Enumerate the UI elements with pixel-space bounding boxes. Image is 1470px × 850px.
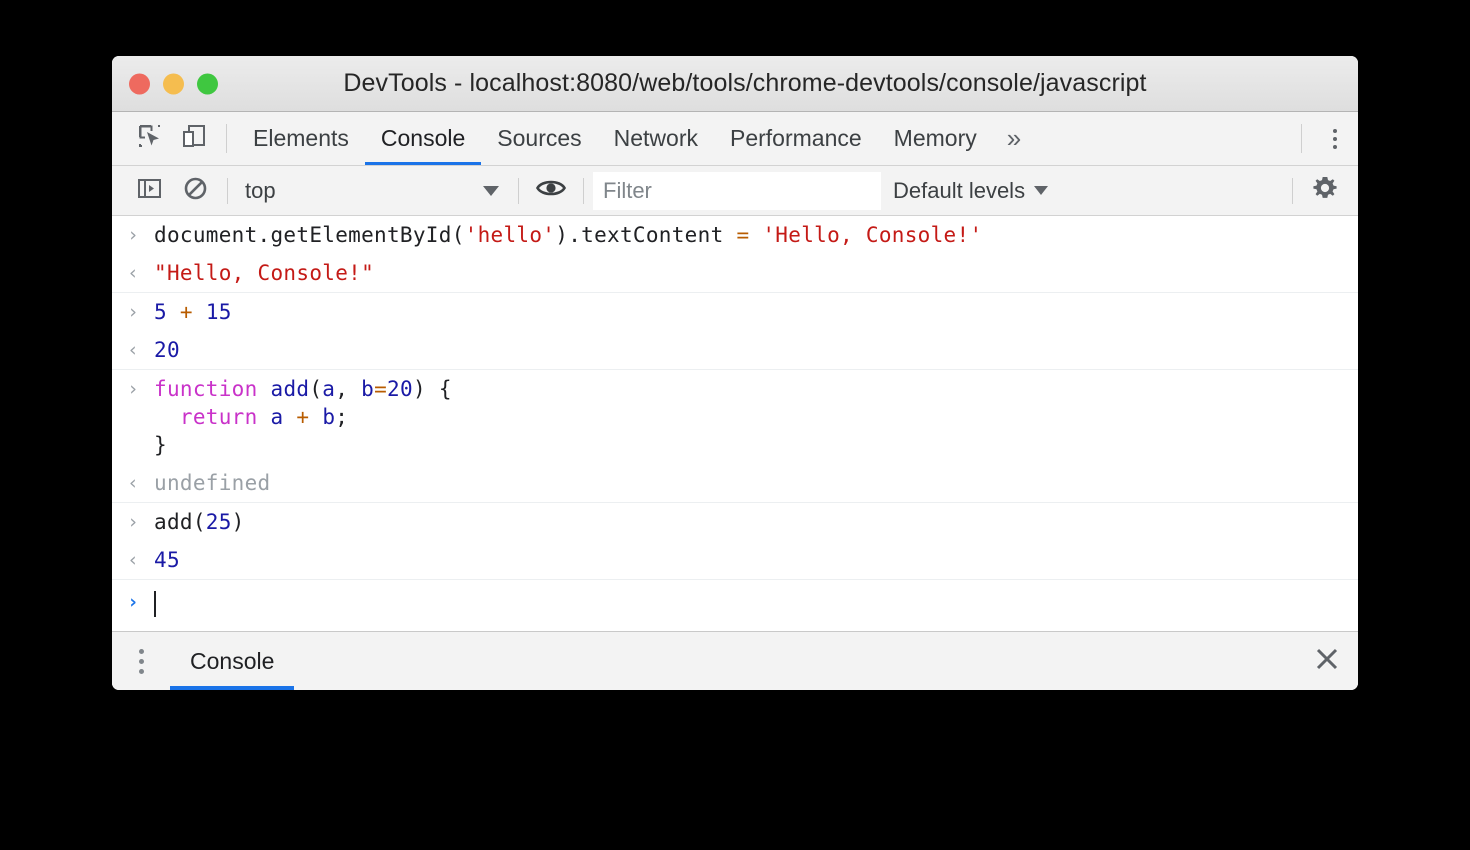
- tab-console[interactable]: Console: [365, 112, 481, 165]
- console-group: › 5 + 15 ‹ 20: [112, 293, 1358, 370]
- console-output-row: ‹ "Hello, Console!": [112, 254, 1358, 292]
- drawer-tab-console-label: Console: [190, 648, 274, 675]
- window-title: DevTools - localhost:8080/web/tools/chro…: [112, 69, 1358, 98]
- filter-input[interactable]: [593, 172, 881, 210]
- console-input-code: function add(a, b=20) { return a + b; }: [154, 375, 452, 459]
- console-output-value: 45: [154, 546, 180, 574]
- eye-icon: [536, 177, 566, 204]
- device-toolbar-button[interactable]: [172, 112, 216, 165]
- chevron-double-right-icon: »: [1007, 123, 1021, 154]
- clear-console-button[interactable]: [172, 166, 218, 216]
- console-output-row: ‹ 45: [112, 541, 1358, 579]
- prompt-marker-icon: ›: [112, 588, 154, 616]
- drawer-menu-icon: [139, 649, 144, 674]
- tabbar-divider: [226, 124, 227, 153]
- console-output-row: ‹ undefined: [112, 464, 1358, 502]
- window-titlebar: DevTools - localhost:8080/web/tools/chro…: [112, 56, 1358, 112]
- console-output-value: 20: [154, 336, 180, 364]
- console-output-value: "Hello, Console!": [154, 259, 374, 287]
- close-icon: [1314, 646, 1340, 677]
- output-marker-icon: ‹: [112, 469, 154, 497]
- inspect-element-button[interactable]: [128, 112, 172, 165]
- console-group: › function add(a, b=20) { return a + b; …: [112, 370, 1358, 503]
- drawer-menu-button[interactable]: [112, 632, 170, 690]
- close-drawer-button[interactable]: [1296, 632, 1358, 690]
- log-levels-dropdown[interactable]: Default levels: [881, 178, 1060, 204]
- tab-elements-label: Elements: [253, 125, 349, 152]
- console-input-code: document.getElementById('hello').textCon…: [154, 221, 982, 249]
- console-prompt-input[interactable]: [154, 588, 156, 617]
- tab-network-label: Network: [614, 125, 698, 152]
- console-output-value: undefined: [154, 469, 271, 497]
- tab-performance-label: Performance: [730, 125, 862, 152]
- tab-performance[interactable]: Performance: [714, 112, 878, 165]
- clear-console-icon: [183, 176, 208, 206]
- tab-network[interactable]: Network: [598, 112, 714, 165]
- console-input-row[interactable]: › document.getElementById('hello').textC…: [112, 216, 1358, 254]
- console-input-code: add(25): [154, 508, 245, 536]
- console-settings-button[interactable]: [1302, 166, 1348, 216]
- toolbar-divider-1: [227, 178, 228, 204]
- console-prompt-row[interactable]: ›: [112, 580, 1358, 622]
- window-controls: [129, 73, 218, 94]
- toolbar-divider-2: [518, 178, 519, 204]
- drawer-tab-console[interactable]: Console: [170, 632, 294, 690]
- text-caret: [154, 591, 156, 617]
- tab-memory-label: Memory: [894, 125, 977, 152]
- devtools-window: DevTools - localhost:8080/web/tools/chro…: [112, 56, 1358, 690]
- minimize-window-button[interactable]: [163, 73, 184, 94]
- tab-console-label: Console: [381, 125, 465, 152]
- execution-context-value: top: [245, 178, 276, 204]
- input-marker-icon: ›: [112, 298, 154, 326]
- console-log[interactable]: › document.getElementById('hello').textC…: [112, 216, 1358, 631]
- tab-elements[interactable]: Elements: [237, 112, 365, 165]
- console-group: › document.getElementById('hello').textC…: [112, 216, 1358, 293]
- console-input-row[interactable]: › function add(a, b=20) { return a + b; …: [112, 370, 1358, 464]
- close-window-button[interactable]: [129, 73, 150, 94]
- input-marker-icon: ›: [112, 508, 154, 536]
- more-tabs-button[interactable]: »: [993, 112, 1035, 165]
- more-options-icon: [1333, 129, 1337, 149]
- chevron-down-icon: [483, 186, 499, 196]
- console-toolbar: top Default levels: [112, 166, 1358, 216]
- chevron-down-icon: [1034, 186, 1048, 195]
- tab-sources-label: Sources: [497, 125, 581, 152]
- output-marker-icon: ‹: [112, 259, 154, 287]
- tab-sources[interactable]: Sources: [481, 112, 597, 165]
- inspect-element-icon: [137, 123, 163, 154]
- input-marker-icon: ›: [112, 375, 154, 403]
- toolbar-divider-4: [1292, 178, 1293, 204]
- settings-gear-icon: [1310, 173, 1340, 208]
- devtools-drawer: Console: [112, 631, 1358, 690]
- tab-memory[interactable]: Memory: [878, 112, 993, 165]
- console-input-row[interactable]: › add(25): [112, 503, 1358, 541]
- devtools-tabbar: Elements Console Sources Network Perform…: [112, 112, 1358, 166]
- execution-context-dropdown[interactable]: top: [237, 174, 509, 208]
- console-group: › add(25) ‹ 45: [112, 503, 1358, 580]
- console-input-code: 5 + 15: [154, 298, 232, 326]
- output-marker-icon: ‹: [112, 546, 154, 574]
- toolbar-divider-3: [583, 178, 584, 204]
- live-expression-button[interactable]: [528, 166, 574, 216]
- log-levels-label: Default levels: [893, 178, 1025, 204]
- tabbar-spacer: [1035, 112, 1291, 165]
- device-toolbar-icon: [181, 123, 207, 154]
- zoom-window-button[interactable]: [197, 73, 218, 94]
- console-sidebar-toggle[interactable]: [126, 166, 172, 216]
- drawer-spacer: [294, 632, 1296, 690]
- console-output-row: ‹ 20: [112, 331, 1358, 369]
- console-input-row[interactable]: › 5 + 15: [112, 293, 1358, 331]
- input-marker-icon: ›: [112, 221, 154, 249]
- console-sidebar-icon: [137, 176, 162, 206]
- output-marker-icon: ‹: [112, 336, 154, 364]
- tabbar-divider-right: [1301, 124, 1302, 153]
- more-options-button[interactable]: [1312, 112, 1358, 165]
